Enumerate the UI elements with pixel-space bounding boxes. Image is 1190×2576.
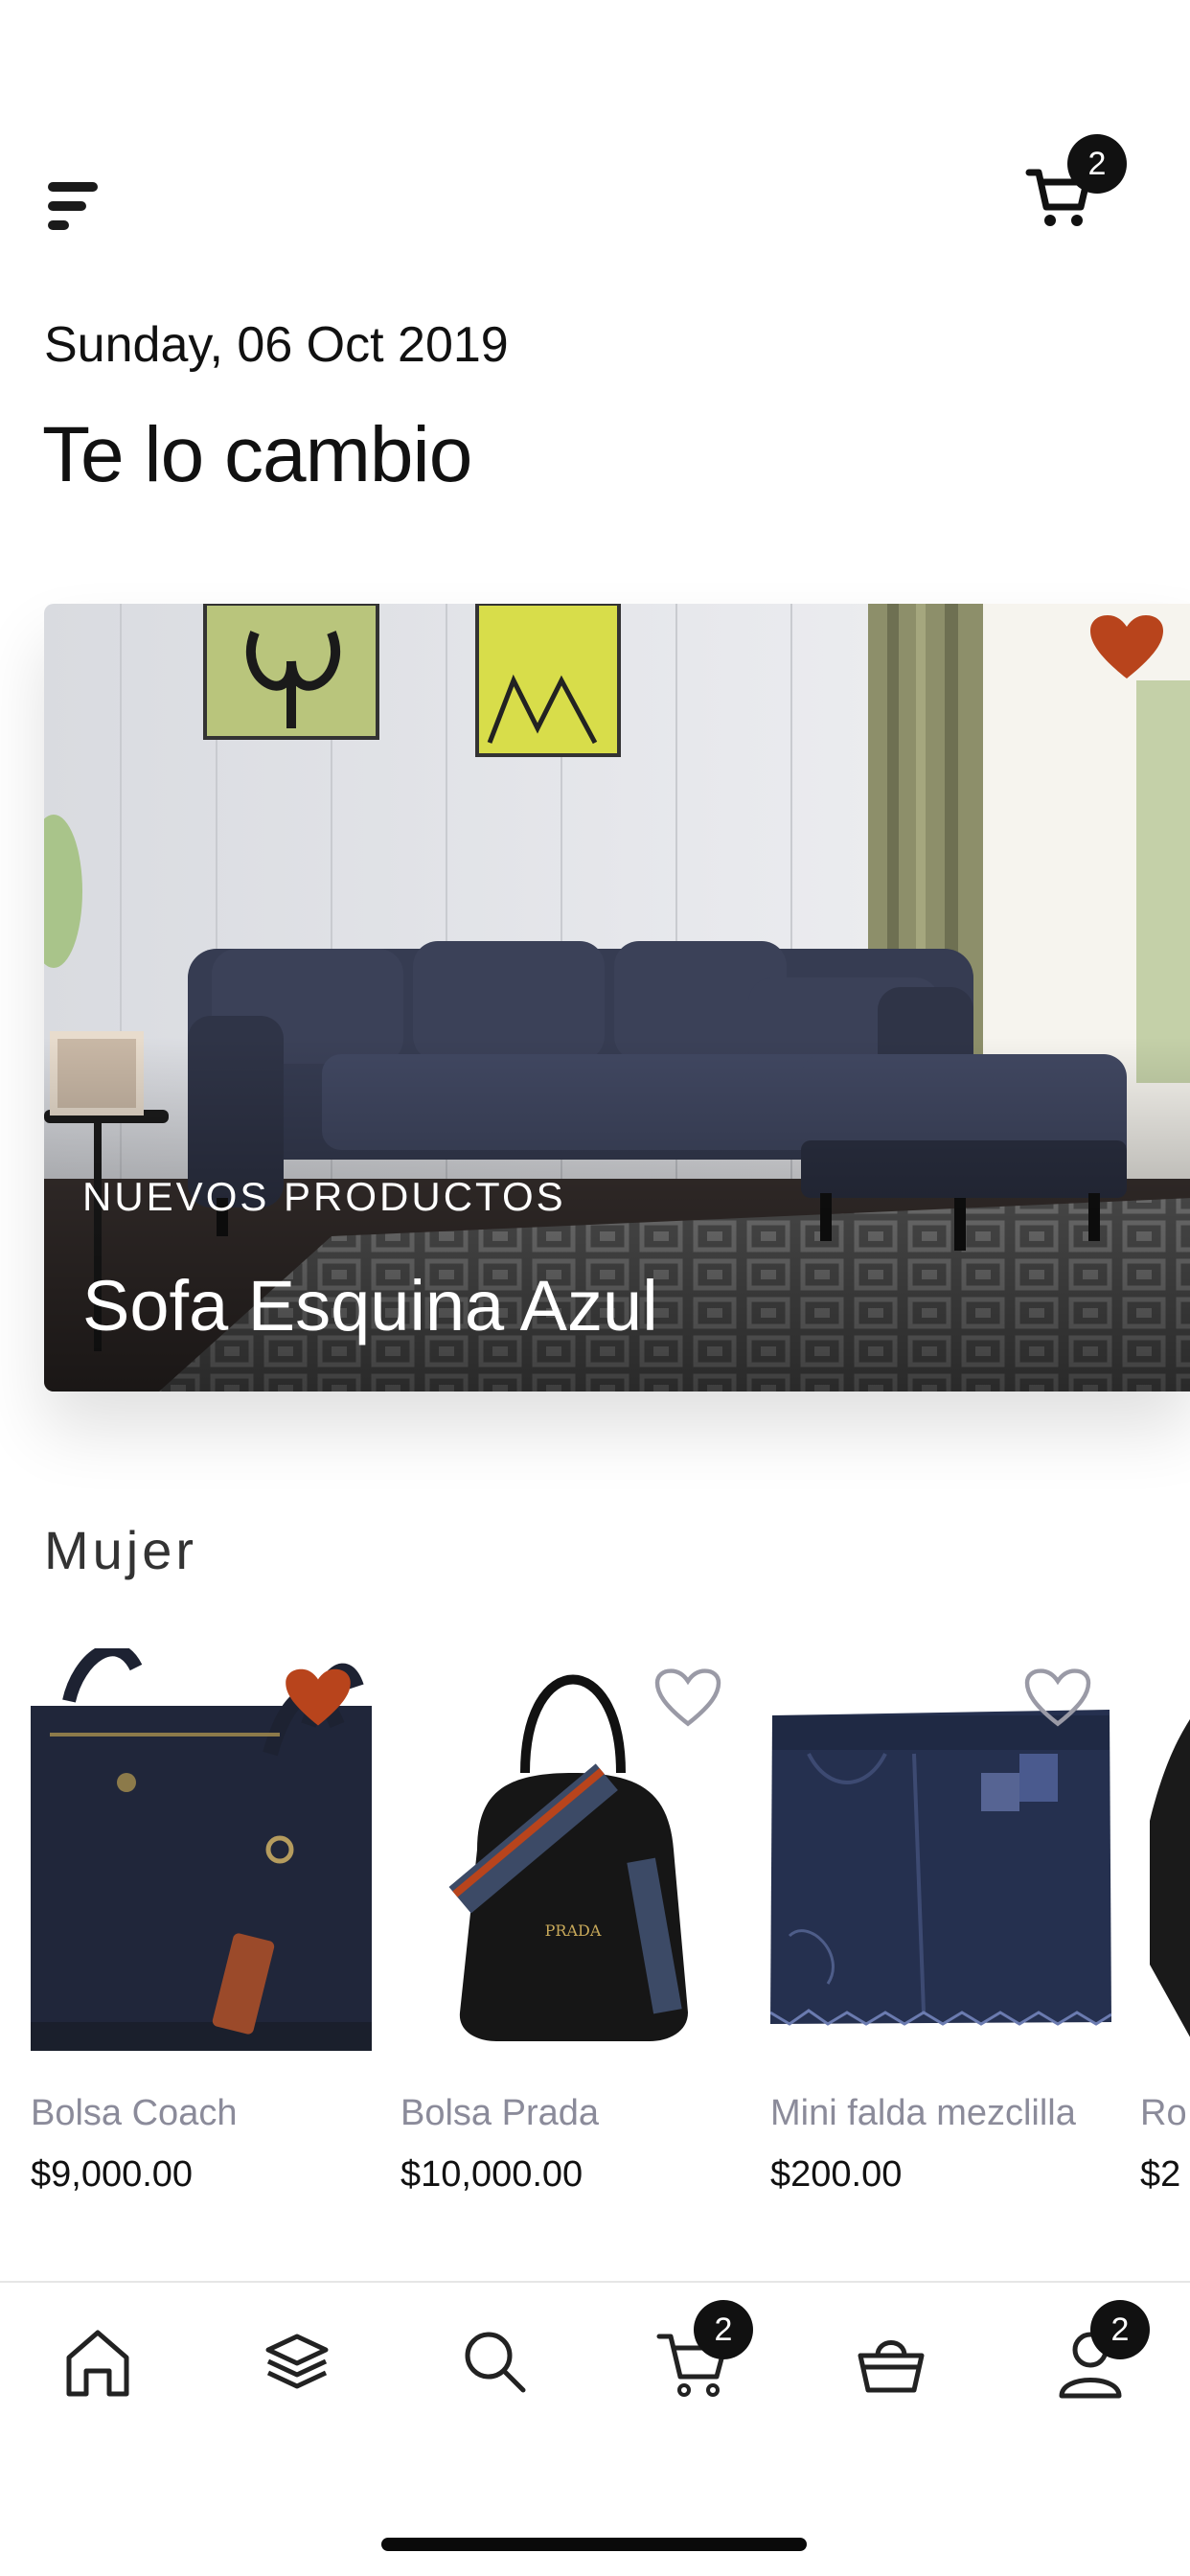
home-icon (66, 2330, 129, 2397)
home-indicator[interactable] (381, 2538, 807, 2551)
svg-text:PRADA: PRADA (545, 1921, 602, 1940)
product-card[interactable]: Bolsa Coach $9,000.00 (31, 1648, 372, 2214)
cart-badge: 2 (694, 2300, 753, 2359)
profile-badge: 2 (1090, 2300, 1150, 2359)
cart-button[interactable]: 2 (1025, 134, 1131, 240)
product-name: Ro (1140, 2093, 1187, 2133)
product-name: Bolsa Coach (31, 2093, 238, 2133)
hero-card[interactable]: NUEVOS PRODUCTOS Sofa Esquina Azul (44, 604, 1190, 1392)
current-date: Sunday, 06 Oct 2019 (44, 317, 509, 373)
tab-cart[interactable]: 2 (636, 2300, 753, 2419)
app-screen: 2 Sunday, 06 Oct 2019 Te lo cambio NUEVO… (0, 0, 1190, 2576)
cart-badge: 2 (1067, 134, 1127, 194)
product-card[interactable]: Mini falda mezclilla $200.00 (770, 1648, 1111, 2214)
product-price: $2 (1140, 2154, 1181, 2195)
hamburger-menu-icon[interactable] (42, 178, 109, 236)
favorite-heart-icon[interactable] (284, 1668, 353, 1729)
product-card[interactable]: Ro $2 (1140, 1648, 1190, 2214)
favorite-heart-outline-icon[interactable] (1023, 1668, 1092, 1729)
tab-home[interactable] (40, 2323, 155, 2419)
tab-search[interactable] (437, 2323, 552, 2419)
section-title: Mujer (44, 1520, 198, 1580)
layers-icon (265, 2334, 329, 2389)
tab-basket[interactable] (834, 2323, 949, 2419)
favorite-heart-outline-icon[interactable] (653, 1668, 722, 1729)
product-card[interactable]: PRADA Bolsa Prada $10,000.00 (400, 1648, 742, 2214)
tab-categories[interactable] (240, 2323, 355, 2419)
favorite-heart-icon[interactable] (1088, 613, 1165, 682)
tab-profile[interactable]: 2 (1033, 2300, 1150, 2419)
page-title: Te lo cambio (42, 411, 472, 498)
product-name: Bolsa Prada (400, 2093, 600, 2133)
search-icon (465, 2332, 526, 2393)
product-price: $200.00 (770, 2154, 903, 2195)
basket-icon (858, 2340, 925, 2393)
product-image (1140, 1648, 1190, 2051)
product-price: $9,000.00 (31, 2154, 194, 2195)
product-name: Mini falda mezclilla (770, 2093, 1076, 2133)
hero-title: Sofa Esquina Azul (82, 1266, 658, 1346)
bottom-tab-bar: 2 2 (0, 2281, 1190, 2576)
product-price: $10,000.00 (400, 2154, 584, 2195)
hero-label: NUEVOS PRODUCTOS (82, 1174, 566, 1219)
